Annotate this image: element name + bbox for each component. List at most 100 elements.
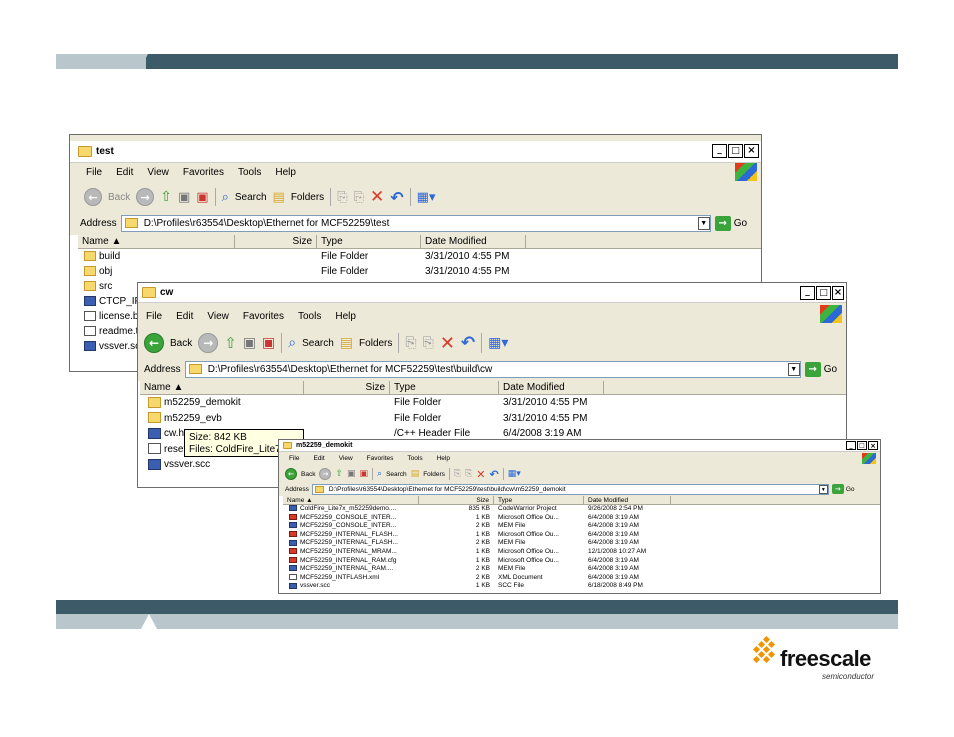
list-item[interactable]: MCF52259_INTFLASH.xml 2 KB XML Document 6/4… [285,574,880,583]
list-item[interactable]: obj File Folder 3/31/2010 4:55 PM [80,264,761,279]
list-item[interactable]: vssver.scc 1 KB SCC File 6/18/2008 8:49 PM [285,582,880,591]
list-item[interactable]: m52259_evb File Folder 3/31/2010 4:55 PM [144,411,846,427]
column-date[interactable]: Date Modified [421,235,526,248]
list-item[interactable]: m52259_demokit File Folder 3/31/2010 4:55 … [144,395,846,411]
menu-edit[interactable]: Edit [176,309,193,325]
column-name[interactable]: Name ▲ [78,235,235,248]
folders-button[interactable]: Folders [359,338,392,349]
delete-icon[interactable]: ✕ [440,333,455,354]
menu-view[interactable]: View [147,165,169,181]
list-item[interactable]: build File Folder 3/31/2010 4:55 PM [80,249,761,264]
column-name[interactable]: Name ▲ [283,496,419,504]
menu-tools[interactable]: Tools [238,165,261,181]
copy-to-icon[interactable]: ⎘ [423,335,434,351]
menu-tools[interactable]: Tools [298,309,321,325]
column-size[interactable]: Size [304,381,390,394]
delete-icon[interactable]: ✕ [370,187,384,207]
column-type[interactable]: Type [390,381,499,394]
delete-icon[interactable]: ✕ [476,468,485,481]
back-icon[interactable]: ← [84,188,102,206]
up-folder-icon[interactable]: ⇧ [335,469,343,479]
list-item[interactable]: MCF52259_INTERNAL_RAM.... 2 KB MEM File 6/4… [285,565,880,574]
back-button[interactable]: Back [301,471,315,478]
list-item[interactable]: MCF52259_CONSOLE_INTER... 2 KB MEM File 6/4… [285,522,880,531]
up-folder-icon[interactable]: ⇧ [224,334,237,352]
back-icon[interactable]: ← [285,468,297,480]
menu-view[interactable]: View [339,454,353,464]
go-button[interactable]: → Go [714,215,747,231]
title-bar[interactable]: test _ □ × [70,141,761,163]
new-folder-icon[interactable]: ▣ [243,335,256,351]
list-item[interactable]: MCF52259_INTERNAL_MRAM... 1 KB Microsoft O… [285,548,880,557]
address-dropdown-icon[interactable]: ▼ [818,484,828,494]
column-date[interactable]: Date Modified [584,496,671,504]
minimize-button[interactable]: _ [712,144,727,158]
close-button[interactable]: × [744,144,759,158]
views-icon[interactable]: ▦▾ [488,335,508,351]
views-icon[interactable]: ▦▾ [508,469,521,479]
column-size[interactable]: Size [235,235,317,248]
list-item[interactable]: MCF52259_INTERNAL_FLASH... 2 KB MEM File 6/… [285,539,880,548]
menu-file[interactable]: File [146,309,162,325]
menu-help[interactable]: Help [437,454,450,464]
menu-file[interactable]: File [86,165,102,181]
undo-icon[interactable]: ↶ [461,333,475,353]
search-icon[interactable]: ⌕ [377,469,382,479]
minimize-button[interactable]: _ [846,441,856,450]
column-size[interactable]: Size [419,496,494,504]
views-icon[interactable]: ▦▾ [417,190,436,205]
menu-favorites[interactable]: Favorites [367,454,394,464]
delete-folder-icon[interactable]: ▣ [262,335,275,351]
copy-to-icon[interactable]: ⎘ [465,469,472,479]
file-list[interactable]: Name ▲ Size Type Date Modified ColdFire_… [279,496,880,593]
column-date[interactable]: Date Modified [499,381,604,394]
forward-icon[interactable]: → [136,188,155,206]
undo-icon[interactable]: ↶ [390,188,403,207]
menu-tools[interactable]: Tools [407,454,422,464]
search-icon[interactable]: ⌕ [288,335,296,351]
folders-icon[interactable]: ▤ [273,190,285,205]
column-type[interactable]: Type [494,496,584,504]
forward-icon[interactable]: → [198,333,219,353]
menu-favorites[interactable]: Favorites [183,165,224,181]
back-icon[interactable]: ← [144,333,164,353]
go-button[interactable]: → Go [804,361,837,377]
forward-icon[interactable]: → [319,468,332,480]
close-button[interactable]: × [832,286,844,300]
menu-edit[interactable]: Edit [313,454,324,464]
folders-icon[interactable]: ▤ [340,335,353,351]
up-folder-icon[interactable]: ⇧ [160,189,172,205]
move-to-icon[interactable]: ⎘ [405,335,416,351]
address-input[interactable]: D:\Profiles\r63554\Desktop\Ethernet for … [120,214,711,232]
title-bar[interactable]: m52259_demokit _ □ × [279,440,880,452]
maximize-button[interactable]: □ [816,286,831,300]
address-dropdown-icon[interactable]: ▼ [697,216,710,230]
new-folder-icon[interactable]: ▣ [178,190,190,205]
menu-help[interactable]: Help [275,165,296,181]
menu-favorites[interactable]: Favorites [243,309,284,325]
undo-icon[interactable]: ↶ [490,468,499,481]
maximize-button[interactable]: □ [728,144,743,158]
explorer-window-m52259-demokit[interactable]: m52259_demokit _ □ × File Edit View Favo… [278,439,881,594]
list-item[interactable]: MCF52259_INTERNAL_FLASH... 1 KB Microsoft … [285,531,880,540]
folders-button[interactable]: Folders [423,471,445,478]
address-input[interactable]: D:\Profiles\r63554\Desktop\Ethernet for … [184,360,801,378]
search-button[interactable]: Search [235,192,267,203]
search-button[interactable]: Search [302,338,334,349]
column-type[interactable]: Type [317,235,421,248]
folders-button[interactable]: Folders [291,192,324,203]
title-bar[interactable]: cw _ □ × [138,283,846,303]
back-button[interactable]: Back [108,192,130,203]
move-to-icon[interactable]: ⎘ [454,469,461,479]
menu-help[interactable]: Help [335,309,356,325]
search-icon[interactable]: ⌕ [222,190,229,205]
go-button[interactable]: → Go [831,484,855,494]
list-item[interactable]: MCF52259_INTERNAL_RAM.cfg 1 KB Microsoft O… [285,557,880,566]
new-folder-icon[interactable]: ▣ [347,469,356,479]
delete-folder-icon[interactable]: ▣ [360,469,369,479]
copy-to-icon[interactable]: ⎘ [354,190,364,205]
address-dropdown-icon[interactable]: ▼ [787,362,800,376]
menu-file[interactable]: File [289,454,299,464]
move-to-icon[interactable]: ⎘ [337,190,347,205]
folders-icon[interactable]: ▤ [411,469,420,479]
